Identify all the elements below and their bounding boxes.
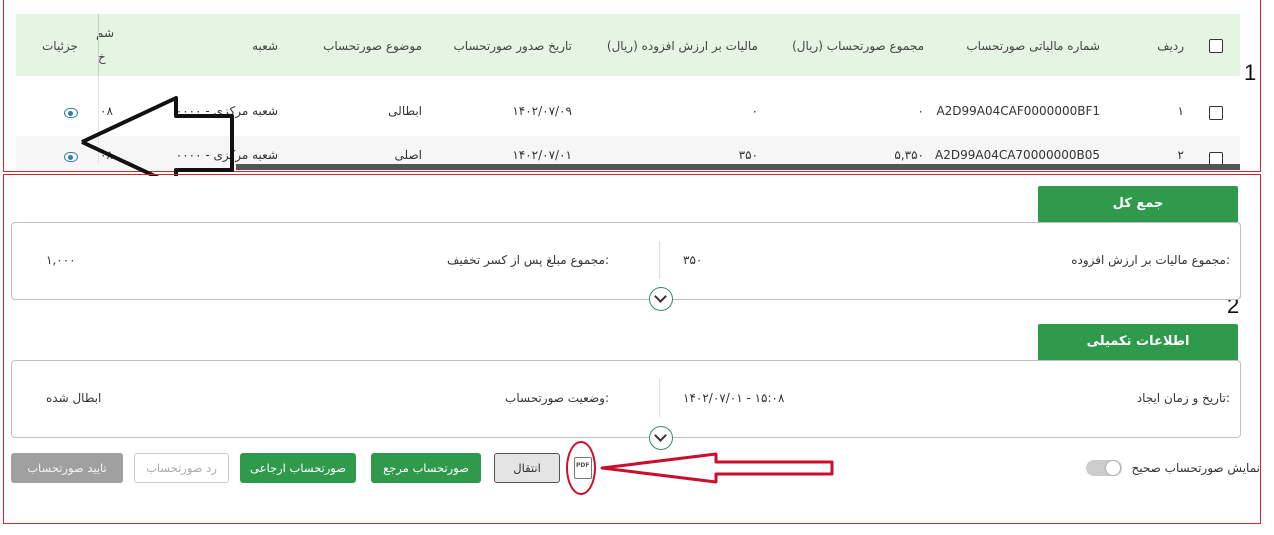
panel-divider: [659, 241, 660, 279]
chevron-down-icon[interactable]: [649, 426, 673, 450]
net-sum-value: ۱,۰۰۰: [46, 253, 76, 267]
summary-panel: مجموع مالیات بر ارزش افزوده: ۳۵۰ مجموع م…: [11, 222, 1241, 300]
panel-divider: [659, 379, 660, 417]
extra-info-panel: تاریخ و زمان ایجاد: ۱۴۰۲/۰۷/۰۱ - ۱۵:۰۸ و…: [11, 360, 1241, 438]
return-invoice-button[interactable]: صورتحساب ارجاعی: [240, 453, 356, 483]
show-correct-invoice-toggle[interactable]: [1086, 460, 1122, 476]
created-value: ۱۴۰۲/۰۷/۰۱ - ۱۵:۰۸: [683, 391, 785, 405]
vat-sum-label: مجموع مالیات بر ارزش افزوده:: [1071, 253, 1230, 267]
status-value: ابطال شده: [46, 391, 102, 405]
reject-invoice-button[interactable]: رد صورتحساب: [134, 453, 229, 483]
annotation-arrow-icon: [81, 96, 234, 176]
net-sum-label: مجموع مبلغ پس از کسر تخفیف:: [446, 253, 609, 267]
chevron-down-icon[interactable]: [649, 287, 673, 311]
summary-section-title: جمع کل: [1038, 186, 1238, 222]
confirm-invoice-button[interactable]: تایید صورتحساب: [11, 453, 123, 483]
transfer-button[interactable]: انتقال: [494, 453, 560, 483]
annotation-red-arrow-icon: [600, 452, 834, 484]
show-correct-invoice-label: نمایش صورتحساب صحیح :: [1130, 461, 1260, 475]
extra-info-section-title: اطلاعات تکمیلی: [1038, 324, 1238, 360]
annotation-ellipse: [566, 441, 596, 495]
vat-sum-value: ۳۵۰: [683, 253, 703, 267]
annotation-number-1: 1: [1244, 60, 1257, 85]
reference-invoice-button[interactable]: صورتحساب مرجع: [371, 453, 481, 483]
created-label: تاریخ و زمان ایجاد:: [1136, 391, 1230, 405]
status-label: وضعیت صورتحساب:: [505, 391, 609, 405]
